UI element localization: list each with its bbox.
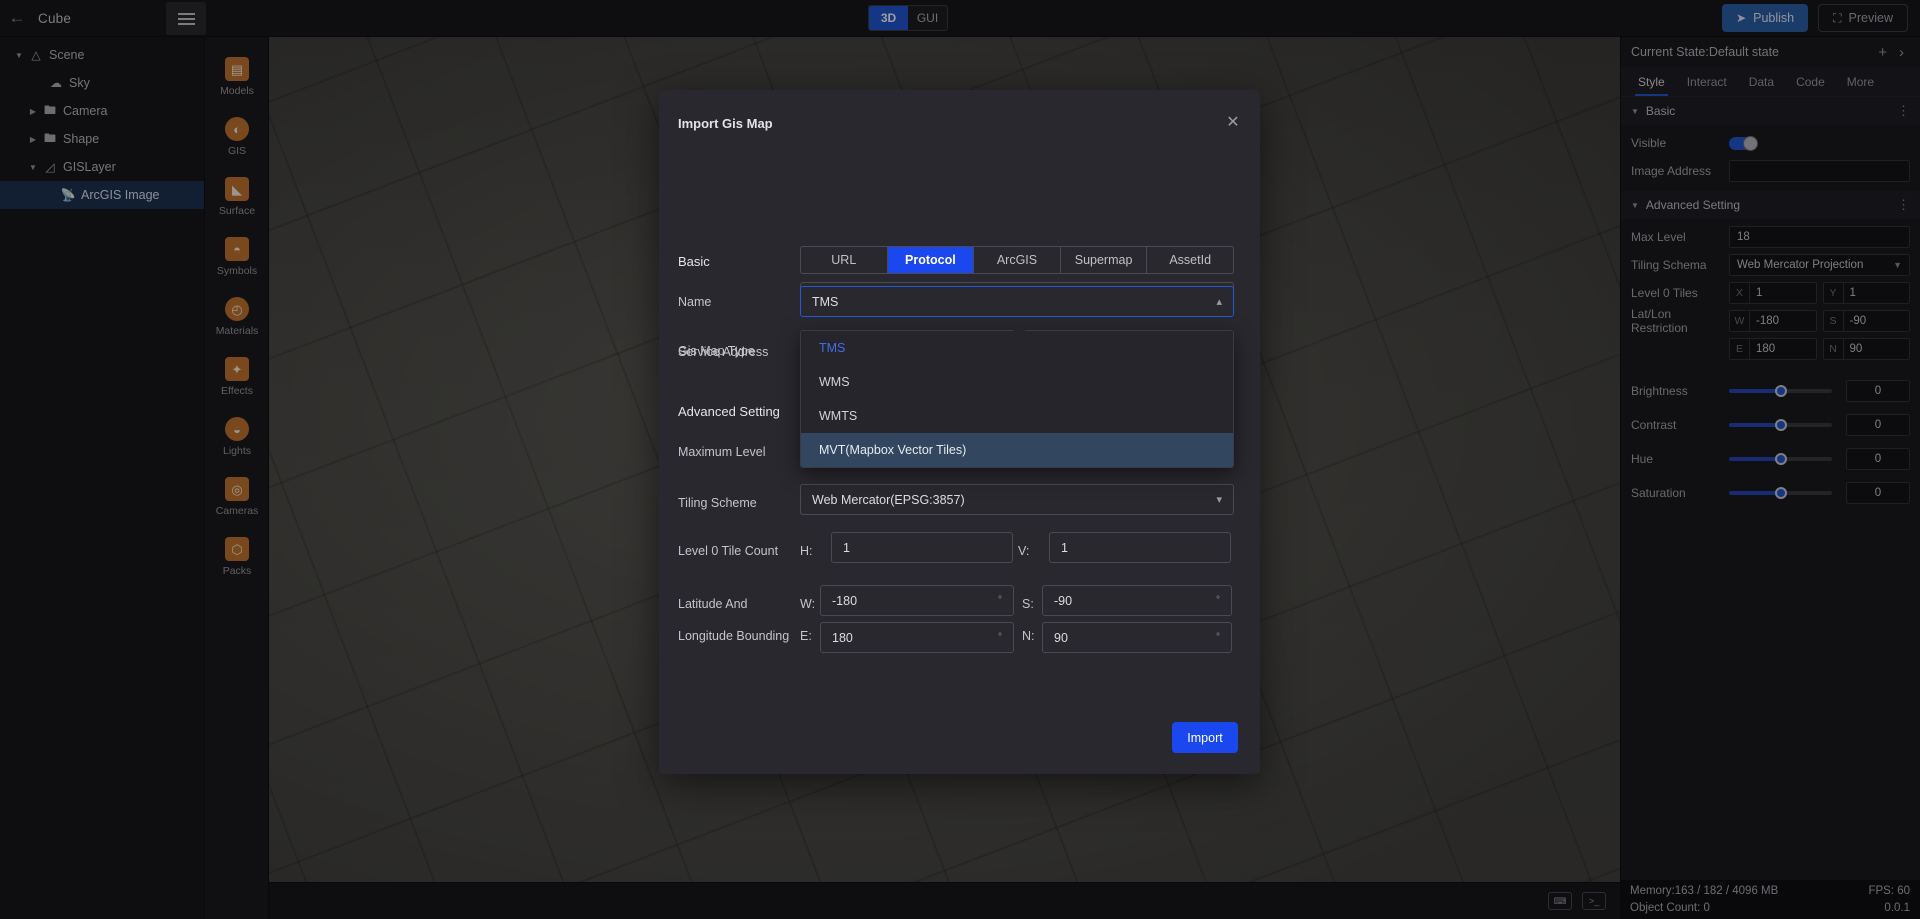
bounds-n-input[interactable]: 90 ° bbox=[1042, 622, 1232, 653]
bounds-s-value: -90 bbox=[1054, 593, 1073, 608]
close-icon[interactable]: ✕ bbox=[1220, 109, 1246, 135]
protocol-option-wmts[interactable]: WMTS bbox=[801, 399, 1233, 433]
degree-unit: ° bbox=[998, 632, 1002, 643]
app-root: ← Cube 3D GUI ➤ Publish ⛶ Preview ▼ △ Sc… bbox=[0, 0, 1920, 919]
level0-h-input[interactable]: 1 bbox=[831, 532, 1013, 563]
dialog-title: Import Gis Map bbox=[678, 116, 773, 131]
bounds-n-value: 90 bbox=[1054, 630, 1068, 645]
bounds-e-input[interactable]: 180 ° bbox=[820, 622, 1014, 653]
degree-unit: ° bbox=[998, 595, 1002, 606]
gis-type-arcgis[interactable]: ArcGIS bbox=[974, 247, 1061, 273]
bounds-e-tag: E: bbox=[800, 629, 812, 643]
basic-heading: Basic bbox=[678, 254, 710, 269]
bounds-w-value: -180 bbox=[832, 593, 858, 608]
gis-map-type-segmented-control: URL Protocol ArcGIS Supermap AssetId bbox=[800, 246, 1234, 274]
bounding-label-line1: Latitude And bbox=[678, 597, 748, 611]
degree-unit: ° bbox=[1216, 632, 1220, 643]
gis-type-url[interactable]: URL bbox=[801, 247, 888, 273]
protocol-select[interactable]: TMS ▴ bbox=[800, 286, 1234, 317]
level0-tile-count-label: Level 0 Tile Count bbox=[678, 544, 779, 558]
advanced-heading: Advanced Setting bbox=[678, 404, 780, 419]
protocol-option-wms[interactable]: WMS bbox=[801, 365, 1233, 399]
degree-unit: ° bbox=[1216, 595, 1220, 606]
gis-type-supermap[interactable]: Supermap bbox=[1061, 247, 1148, 273]
service-address-label: Service Address bbox=[678, 345, 769, 359]
bounds-e-value: 180 bbox=[832, 630, 853, 645]
import-button[interactable]: Import bbox=[1172, 722, 1238, 753]
gis-type-assetid[interactable]: AssetId bbox=[1147, 247, 1233, 273]
tiling-scheme-value: Web Mercator(EPSG:3857) bbox=[812, 492, 965, 507]
protocol-dropdown-list: TMS WMS WMTS MVT(Mapbox Vector Tiles) bbox=[800, 330, 1234, 468]
bounding-label-line2: Longitude Bounding bbox=[678, 629, 790, 643]
maximum-level-label: Maximum Level bbox=[678, 445, 766, 459]
tiling-scheme-select[interactable]: Web Mercator(EPSG:3857) ▾ bbox=[800, 484, 1234, 515]
bounds-s-tag: S: bbox=[1022, 597, 1034, 611]
name-label: Name bbox=[678, 295, 712, 309]
level0-v-input[interactable]: 1 bbox=[1049, 532, 1231, 563]
bounds-s-input[interactable]: -90 ° bbox=[1042, 585, 1232, 616]
level0-v-tag: V: bbox=[1018, 544, 1030, 558]
chevron-up-icon: ▴ bbox=[1216, 296, 1222, 308]
bounds-w-tag: W: bbox=[800, 597, 816, 611]
bounds-w-input[interactable]: -180 ° bbox=[820, 585, 1014, 616]
protocol-value: TMS bbox=[812, 294, 839, 309]
chevron-down-icon: ▾ bbox=[1216, 494, 1222, 506]
protocol-option-mvt[interactable]: MVT(Mapbox Vector Tiles) bbox=[801, 433, 1233, 467]
level0-h-tag: H: bbox=[800, 544, 813, 558]
gis-type-protocol[interactable]: Protocol bbox=[887, 247, 975, 273]
bounds-n-tag: N: bbox=[1022, 629, 1035, 643]
tiling-scheme-label: Tiling Scheme bbox=[678, 496, 757, 510]
protocol-option-tms[interactable]: TMS bbox=[801, 331, 1233, 365]
